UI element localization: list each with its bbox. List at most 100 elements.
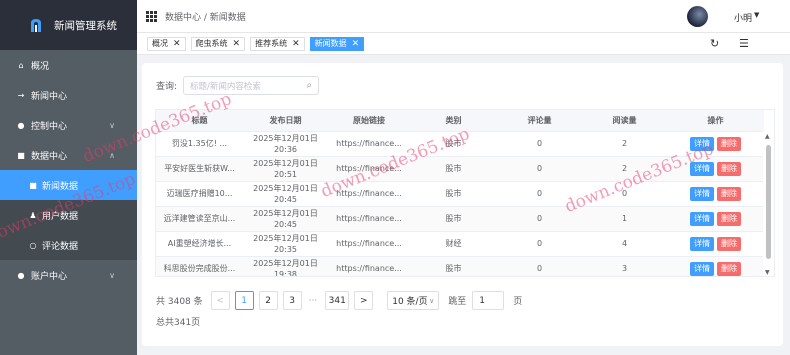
tags-bar: 概况 ✕ 爬虫系统 ✕ 推荐系统 ✕ 新闻数据 ✕ ↻ ☰ xyxy=(137,33,790,55)
search-icon[interactable]: ⌕ xyxy=(306,80,312,91)
cell-link[interactable]: https://finance... xyxy=(328,231,410,257)
column-header[interactable]: 评论量 xyxy=(497,110,582,132)
close-icon[interactable]: ✕ xyxy=(233,39,241,49)
cell-comments: 0 xyxy=(497,131,582,157)
table-row: 罚没1.35亿! ... 2025年12月01日 20:36 https://f… xyxy=(156,131,764,157)
tag-news-data[interactable]: 新闻数据 ✕ xyxy=(309,36,365,51)
search-row: 查询: 标题/新闻内容检索 ⌕ xyxy=(156,76,320,95)
sidebar-item-news-data[interactable]: ■ 新闻数据 xyxy=(0,170,137,200)
avatar[interactable] xyxy=(687,6,708,27)
page-button-2[interactable]: 2 xyxy=(258,291,278,310)
close-icon[interactable]: ✕ xyxy=(352,39,360,49)
home-icon: ⌂ xyxy=(18,60,24,70)
scrollbar-thumb[interactable] xyxy=(766,145,771,259)
detail-button[interactable]: 详情 xyxy=(690,236,714,251)
menu-grid-icon[interactable] xyxy=(146,10,157,22)
search-input[interactable]: 标题/新闻内容检索 ⌕ xyxy=(183,76,320,95)
column-header[interactable]: 类别 xyxy=(410,110,497,132)
delete-button[interactable]: 删除 xyxy=(717,211,741,226)
jump-page-input[interactable]: 1 xyxy=(472,291,505,310)
tag-overview[interactable]: 概况 ✕ xyxy=(147,36,186,51)
cell-category: 股市 xyxy=(410,156,497,182)
cell-date: 2025年12月01日 20:45 xyxy=(243,206,328,232)
cell-link[interactable]: https://finance... xyxy=(328,206,410,232)
search-label: 查询: xyxy=(156,82,178,92)
tag-crawler[interactable]: 爬虫系统 ✕ xyxy=(190,36,246,51)
scroll-up-icon[interactable]: ▲ xyxy=(765,133,770,140)
delete-button[interactable]: 删除 xyxy=(717,236,741,251)
header: 数据中心 / 新闻数据 小明 ▼ xyxy=(137,0,790,33)
close-icon[interactable]: ✕ xyxy=(173,39,181,49)
table-row: 远洋建管读至京山... 2025年12月01日 20:45 https://fi… xyxy=(156,206,764,232)
refresh-icon[interactable]: ↻ xyxy=(710,37,719,50)
sidebar-item-label: 账户中心 xyxy=(31,271,68,282)
sidebar-item-account-center[interactable]: ● 账户中心 ∨ xyxy=(0,260,137,290)
delete-button[interactable]: 删除 xyxy=(717,261,741,276)
page-button-3[interactable]: 3 xyxy=(282,291,302,310)
table-row: AI重塑经济增长... 2025年12月01日 20:35 https://fi… xyxy=(156,231,764,257)
sidebar-item-news-center[interactable]: → 新闻中心 xyxy=(0,80,137,110)
scroll-down-icon[interactable]: ▼ xyxy=(765,269,770,276)
sidebar-item-control-center[interactable]: ● 控制中心 ∨ xyxy=(0,110,137,140)
detail-button[interactable]: 详情 xyxy=(690,136,714,151)
cell-link[interactable]: https://finance... xyxy=(328,256,410,276)
sidebar-item-label: 新闻中心 xyxy=(31,91,68,102)
more-pages-icon[interactable]: ··· xyxy=(309,296,318,306)
comment-icon: ○ xyxy=(29,240,37,250)
sidebar-item-label: 评论数据 xyxy=(42,241,79,252)
cell-link[interactable]: https://finance... xyxy=(328,181,410,207)
user-name[interactable]: 小明 xyxy=(734,11,752,24)
chevron-down-icon: ∨ xyxy=(109,120,115,130)
close-icon[interactable]: ✕ xyxy=(292,39,300,49)
book-icon: ■ xyxy=(17,150,25,160)
delete-button[interactable]: 删除 xyxy=(717,136,741,151)
cell-comments: 0 xyxy=(497,181,582,207)
pagination: 共 3408 条 < 1 2 3 ··· 341 > 10 条/页 ∨ 跳至 1… xyxy=(156,291,522,310)
page-unit: 页 xyxy=(513,297,523,307)
cell-actions: 详情 删除 xyxy=(667,206,764,232)
cell-link[interactable]: https://finance... xyxy=(328,131,410,157)
cell-reads: 3 xyxy=(582,256,667,276)
detail-button[interactable]: 详情 xyxy=(690,211,714,226)
search-placeholder: 标题/新闻内容检索 xyxy=(190,81,261,92)
cell-date: 2025年12月01日 20:35 xyxy=(243,231,328,257)
prev-page-button[interactable]: < xyxy=(210,291,230,310)
detail-button[interactable]: 详情 xyxy=(690,186,714,201)
sidebar-item-user-data[interactable]: ♟ 用户数据 xyxy=(0,200,137,230)
table-scrollbar[interactable]: ▲ ▼ xyxy=(763,131,774,276)
cell-reads: 1 xyxy=(582,206,667,232)
column-header[interactable]: 发布日期 xyxy=(243,110,328,132)
column-header[interactable]: 标题 xyxy=(156,110,243,132)
cell-reads: 2 xyxy=(582,131,667,157)
page-button-last[interactable]: 341 xyxy=(325,291,350,310)
caret-down-icon[interactable]: ▼ xyxy=(754,11,759,19)
jump-label: 跳至 xyxy=(448,297,467,307)
column-header[interactable]: 原始链接 xyxy=(328,110,410,132)
cell-actions: 详情 删除 xyxy=(667,156,764,182)
delete-button[interactable]: 删除 xyxy=(717,186,741,201)
next-page-button[interactable]: > xyxy=(354,291,374,310)
page-size-select[interactable]: 10 条/页 ∨ xyxy=(387,291,440,310)
detail-button[interactable]: 详情 xyxy=(690,161,714,176)
table-row: 平安好医生斩获W... 2025年12月01日 20:51 https://fi… xyxy=(156,156,764,182)
tag-recommend[interactable]: 推荐系统 ✕ xyxy=(250,36,305,51)
cell-actions: 详情 删除 xyxy=(667,181,764,207)
tag-label: 新闻数据 xyxy=(314,39,347,48)
detail-button[interactable]: 详情 xyxy=(690,261,714,276)
sidebar-item-data-center[interactable]: ■ 数据中心 ∧ xyxy=(0,140,137,170)
sidebar-item-overview[interactable]: ⌂ 概况 xyxy=(0,50,137,80)
column-header[interactable]: 阅读量 xyxy=(582,110,667,132)
main-area: 数据中心 / 新闻数据 小明 ▼ 概况 ✕ 爬虫系统 ✕ 推荐系统 ✕ 新闻数据… xyxy=(137,0,790,355)
chevron-down-icon: ∨ xyxy=(429,296,435,305)
cell-date: 2025年12月01日 20:36 xyxy=(243,131,328,157)
settings-icon[interactable]: ☰ xyxy=(739,37,749,50)
cell-comments: 0 xyxy=(497,231,582,257)
circle-icon: ● xyxy=(17,120,25,130)
cell-reads: 4 xyxy=(582,231,667,257)
account-icon: ● xyxy=(17,270,25,280)
delete-button[interactable]: 删除 xyxy=(717,161,741,176)
cell-link[interactable]: https://finance... xyxy=(328,156,410,182)
page-button-1[interactable]: 1 xyxy=(234,291,254,310)
sidebar-item-comment-data[interactable]: ○ 评论数据 xyxy=(0,230,137,260)
cell-date: 2025年12月01日 19:38 xyxy=(243,256,328,276)
